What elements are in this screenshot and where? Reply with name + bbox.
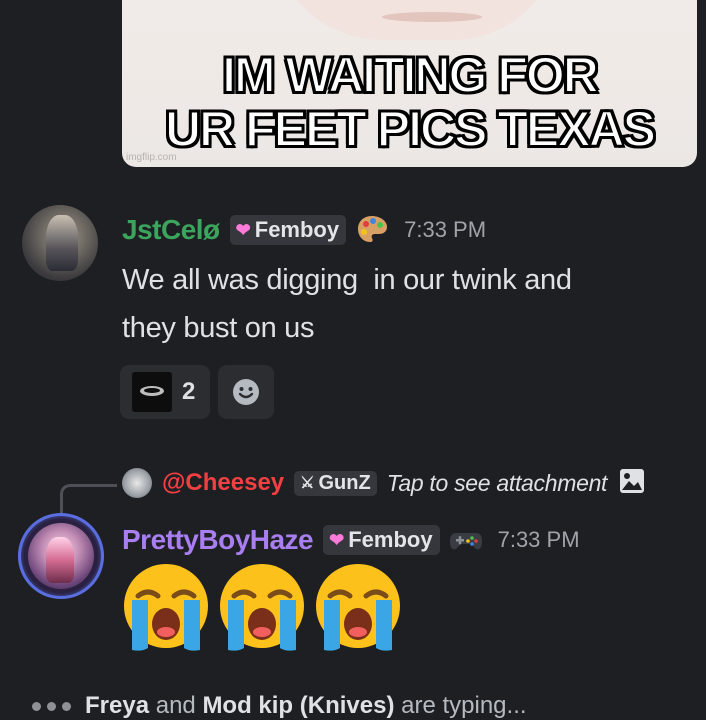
reply-attachment-text: Tap to see attachment <box>386 469 608 496</box>
typing-joiner: and <box>155 692 196 719</box>
meme-lips <box>382 12 482 22</box>
message-header-prettyboyhaze: PrettyBoyHaze ❤ Femboy 7:33 PM <box>122 522 580 558</box>
reply-preview[interactable]: @Cheesey ⚔ GunZ Tap to see attachment <box>122 468 645 498</box>
role-label: Femboy <box>254 217 340 242</box>
meme-caption-line-1: IM WAITING FOR <box>221 47 600 103</box>
emoji-row <box>118 558 406 654</box>
loudly-crying-face-emoji <box>124 564 208 651</box>
message-header-jstcelo: JstCelø ❤ Femboy 7:33 PM <box>122 212 486 248</box>
heart-icon: ❤ <box>329 529 345 550</box>
smiley-icon <box>233 379 259 405</box>
palette-icon <box>354 212 390 248</box>
troll-face-emoji-icon <box>132 372 172 412</box>
typing-user-2: Mod kip (Knives) <box>202 692 395 719</box>
timestamp: 7:33 PM <box>497 527 580 552</box>
avatar-figure <box>46 537 74 583</box>
image-icon <box>619 468 645 498</box>
typing-user-1: Freya <box>85 692 150 719</box>
gamepad-icon <box>448 522 484 558</box>
meme-caption: IM WAITING FOR UR FEET PICS TEXAS <box>122 47 697 157</box>
sword-icon: ⚔ <box>300 475 315 492</box>
meme-image-attachment[interactable]: IM WAITING FOR UR FEET PICS TEXAS imgfli… <box>122 0 697 167</box>
avatar-jstcelo[interactable] <box>22 205 98 281</box>
loudly-crying-face-emoji <box>316 564 400 651</box>
avatar-figure <box>46 215 78 271</box>
message-text: We all was digging in our twink and they… <box>122 256 682 352</box>
typing-dots-icon <box>32 701 71 711</box>
add-reaction-button[interactable] <box>218 365 274 419</box>
reply-role-tag: ⚔ GunZ <box>294 470 377 496</box>
reply-mention[interactable]: @Cheesey <box>162 469 284 497</box>
reaction-troll-face[interactable]: 2 <box>120 365 210 419</box>
role-tag[interactable]: ❤ Femboy <box>323 525 440 555</box>
reply-role-label: GunZ <box>318 471 371 494</box>
message-text-line-1: We all was digging in our twink and <box>122 264 572 296</box>
loudly-crying-face-emoji <box>220 564 304 651</box>
message-text-line-2: they bust on us <box>122 312 315 344</box>
timestamp: 7:33 PM <box>404 217 487 242</box>
meme-caption-line-2: UR FEET PICS TEXAS <box>164 101 657 157</box>
heart-icon: ❤ <box>235 219 251 240</box>
author-name[interactable]: PrettyBoyHaze <box>122 524 314 556</box>
reply-avatar <box>122 468 152 498</box>
role-label: Femboy <box>348 527 433 552</box>
meme-watermark: imgflip.com <box>126 152 177 163</box>
avatar-prettyboyhaze[interactable] <box>18 513 104 599</box>
author-name[interactable]: JstCelø <box>122 214 220 246</box>
typing-suffix: are typing... <box>401 692 527 719</box>
reaction-count: 2 <box>182 378 196 405</box>
role-tag[interactable]: ❤ Femboy <box>229 215 347 245</box>
reply-connector <box>60 484 117 513</box>
typing-indicator: Freya and Mod kip (Knives) are typing... <box>32 692 527 720</box>
